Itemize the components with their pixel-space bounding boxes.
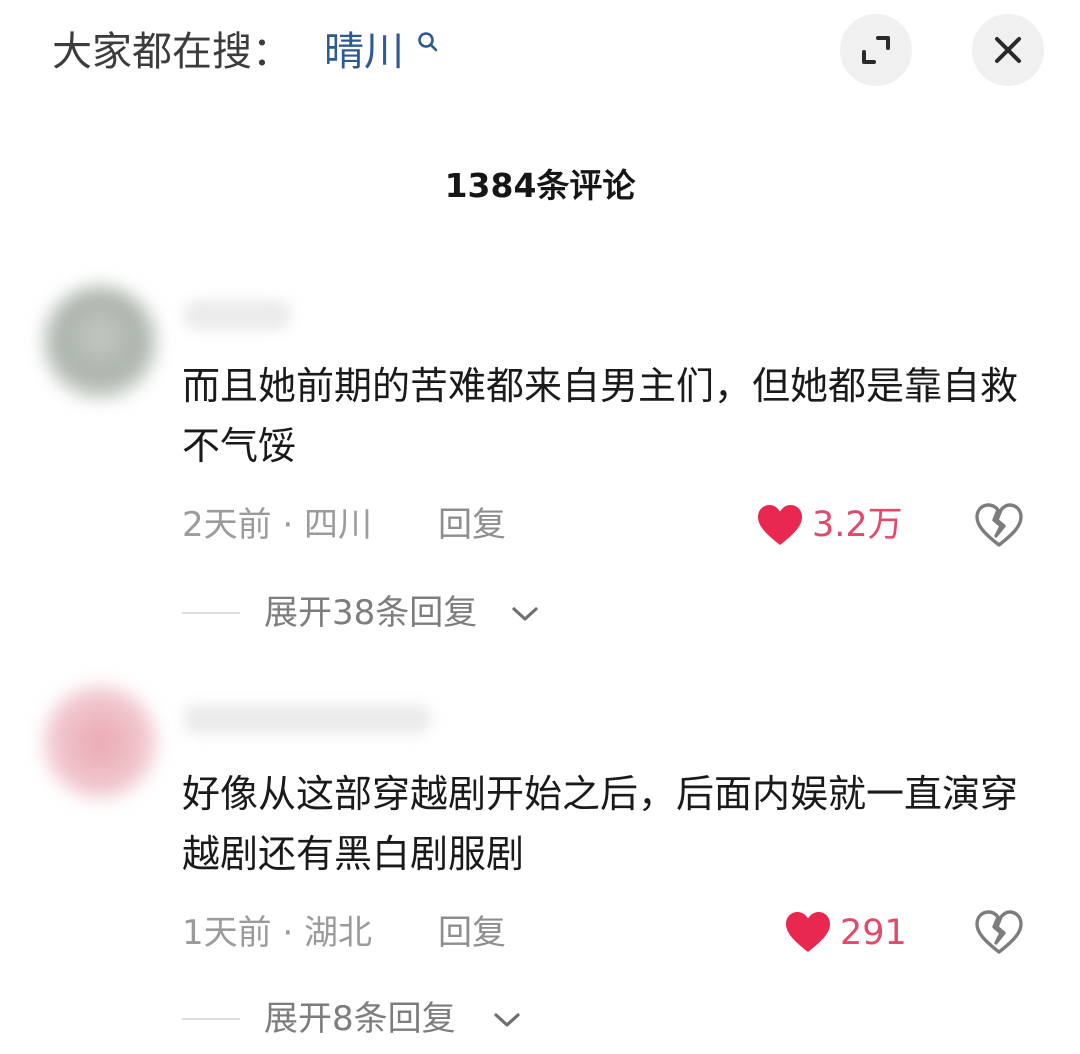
comment-meta: 1天前 · 湖北 (182, 913, 373, 953)
avatar[interactable] (44, 686, 156, 798)
reply-button[interactable]: 回复 (438, 908, 506, 958)
expand-replies-button[interactable]: 展开38条回复 (264, 588, 477, 638)
avatar[interactable] (44, 286, 156, 398)
like-count: 3.2万 (812, 505, 903, 545)
like-count: 291 (840, 913, 907, 953)
expand-button[interactable] (840, 14, 912, 86)
comment-text: 好像从这部穿越剧开始之后，后面内娱就一直演穿越剧还有黑白剧服剧 (182, 772, 1019, 876)
comment-count-title: 1384条评论 (444, 166, 636, 205)
heart-icon[interactable] (784, 910, 832, 954)
expand-replies-button[interactable]: 展开8条回复 (264, 994, 456, 1044)
search-icon[interactable] (416, 30, 440, 54)
top-bar: 大家都在搜： 晴川 (0, 0, 1080, 110)
search-prefix-label: 大家都在搜： (52, 29, 292, 75)
close-icon (995, 37, 1021, 63)
comment-meta: 2天前 · 四川 (182, 505, 373, 545)
reply-button[interactable]: 回复 (438, 500, 506, 550)
chevron-down-icon[interactable] (492, 1010, 522, 1030)
username-blurred[interactable] (182, 704, 432, 734)
username-blurred[interactable] (182, 300, 292, 330)
divider (182, 1018, 240, 1020)
heart-icon[interactable] (756, 503, 804, 547)
search-suggestion-link[interactable]: 晴川 (324, 24, 404, 80)
chevron-down-icon[interactable] (510, 604, 540, 624)
expand-icon (862, 36, 890, 64)
divider (182, 612, 240, 614)
close-button[interactable] (972, 14, 1044, 86)
broken-heart-icon[interactable] (974, 502, 1024, 548)
broken-heart-icon[interactable] (974, 909, 1024, 955)
comment-text: 而且她前期的苦难都来自男主们，但她都是靠自救不气馁 (182, 364, 1019, 468)
